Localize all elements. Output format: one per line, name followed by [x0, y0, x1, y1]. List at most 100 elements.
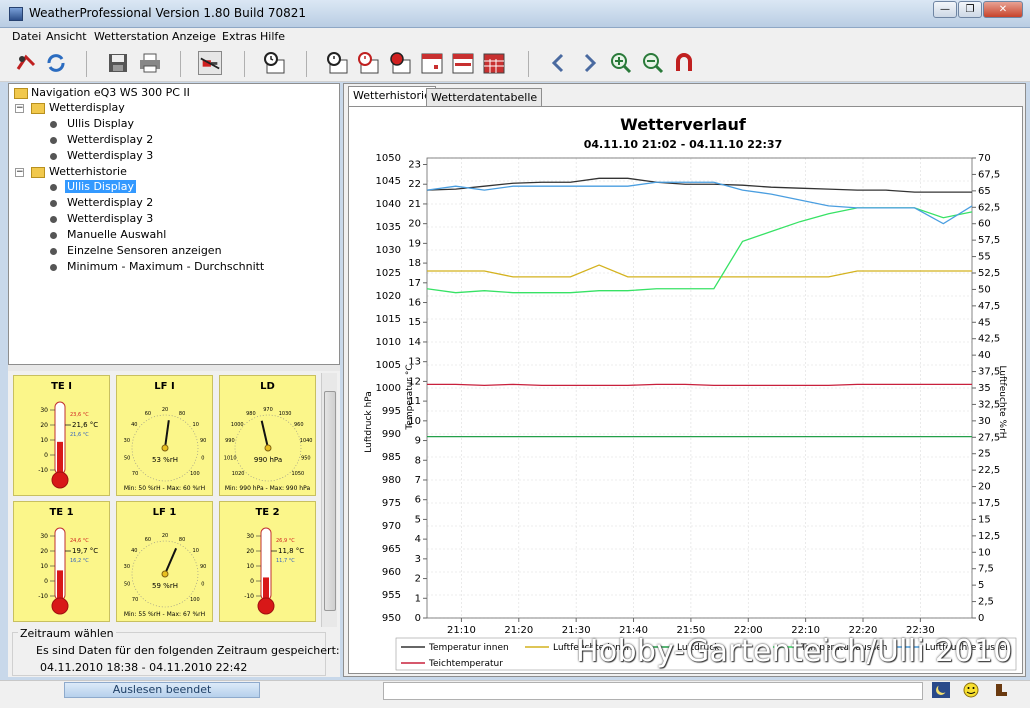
gauge-title: LF 1	[152, 507, 177, 518]
dial-tick-label: 40	[131, 422, 137, 428]
smiley-icon	[963, 682, 979, 698]
y2-tick-label: 3	[415, 554, 421, 565]
title-bar: WeatherProfessional Version 1.80 Build 7…	[0, 0, 1030, 28]
tree-group-wetterdisplay[interactable]: Wetterdisplay	[49, 101, 125, 114]
dial-tick-label: 30	[124, 438, 130, 444]
gauge-panel: TE I 30 20 10 0 -10 23,6 °C 21,6 °C 21,6 °C LF …	[8, 371, 340, 627]
dial-needle	[164, 420, 170, 449]
y1-tick-label: 1010	[376, 337, 401, 348]
y3-tick-label: 2,5	[978, 597, 994, 608]
x-tick-label: 21:10	[447, 625, 476, 636]
menu-extras[interactable]: Extras	[222, 30, 257, 43]
collapse-icon[interactable]: −	[15, 104, 24, 113]
y3-tick-label: 42,5	[978, 334, 1000, 345]
calendar-month-icon[interactable]	[482, 51, 506, 75]
calendar-week-icon[interactable]	[451, 51, 475, 75]
gauge-max-label: 24,6 °C	[70, 538, 89, 544]
plug-icon[interactable]	[198, 51, 222, 75]
status-button[interactable]: Auslesen beendet	[64, 682, 260, 698]
tree-root[interactable]: Navigation eQ3 WS 300 PC II	[31, 86, 190, 99]
y2-tick-label: 2	[415, 574, 421, 585]
minimize-button[interactable]: —	[933, 1, 957, 18]
dial-hub	[161, 444, 169, 452]
y1-tick-label: 1035	[376, 222, 401, 233]
gauge-graphic: 30 40 50 60 70 20 80 10 90 0 100 53 %rH	[124, 407, 206, 482]
y3-tick-label: 7,5	[978, 564, 994, 575]
dial-tick-label: 50	[124, 581, 130, 587]
y1-tick-label: 950	[382, 613, 401, 624]
gauge-scrollbar[interactable]	[321, 373, 337, 627]
leaf-icon	[50, 184, 57, 191]
legend-label: Temperatur innen	[428, 643, 509, 653]
gauge-tick-label: 10	[246, 563, 254, 570]
tree-item[interactable]: Manuelle Auswahl	[67, 228, 166, 241]
gauge-tick-label: 20	[40, 422, 48, 429]
dial-tick-label: 1000	[231, 422, 244, 428]
menu-ansicht[interactable]: Ansicht	[46, 30, 87, 43]
gauge-tick-label: 0	[44, 452, 48, 459]
y2-tick-label: 0	[415, 613, 421, 624]
toolbar	[0, 46, 1030, 82]
gauge-lf-1: LF 1 30 40 50 60 70 20 80 10 90 0 100 59 %rH Min: 55…	[116, 501, 213, 622]
menu-anzeige[interactable]: Anzeige	[172, 30, 216, 43]
close-button[interactable]: ✕	[983, 1, 1023, 18]
dial-needle	[260, 420, 269, 449]
y3-tick-label: 0	[978, 613, 984, 624]
dial-hub	[161, 570, 169, 578]
maximize-button[interactable]: ❐	[958, 1, 982, 18]
y3-tick-label: 65	[978, 186, 991, 197]
weather-chart: Wetterverlauf 04.11.10 21:02 - 04.11.10 …	[364, 115, 1017, 671]
dial-tick-label: 100	[190, 471, 200, 477]
clock-calendar-icon[interactable]	[262, 51, 286, 75]
y1-tick-label: 1005	[376, 360, 401, 371]
tree-item[interactable]: Wetterdisplay 3	[67, 212, 153, 225]
tree-item[interactable]: Wetterdisplay 2	[67, 196, 153, 209]
back-icon[interactable]	[546, 51, 570, 75]
dial-tick-label: 80	[179, 411, 185, 417]
gauge-graphic: 990 1000 1010 980 1020 970 1030960 1040 950 1050 9…	[224, 407, 313, 482]
forward-icon[interactable]	[578, 51, 602, 75]
leaf-icon	[50, 153, 57, 160]
tree-item[interactable]: Einzelne Sensoren anzeigen	[67, 244, 222, 257]
collapse-icon[interactable]: −	[15, 168, 24, 177]
save-icon[interactable]	[106, 51, 130, 75]
tree-group-wetterhistorie[interactable]: Wetterhistorie	[49, 165, 127, 178]
scrollbar-thumb[interactable]	[324, 391, 336, 611]
folder-icon	[31, 103, 45, 114]
print-icon[interactable]	[138, 51, 162, 75]
thermometer-fill	[57, 570, 63, 602]
folder-icon	[31, 167, 45, 178]
y3-tick-label: 20	[978, 482, 991, 493]
tree-item-selected[interactable]: Ullis Display	[65, 180, 136, 193]
y3-tick-label: 15	[978, 514, 991, 525]
dial-tick-label: 80	[179, 537, 185, 543]
zoom-in-icon[interactable]	[609, 51, 633, 75]
thermometer-bulb	[51, 471, 69, 489]
undo-zoom-icon[interactable]	[672, 51, 696, 75]
tree-item[interactable]: Wetterdisplay 2	[67, 133, 153, 146]
dial-tick-label: 60	[145, 537, 151, 543]
dial-tick-label: 1030	[279, 411, 292, 417]
menu-datei[interactable]: Datei	[12, 30, 41, 43]
refresh-icon[interactable]	[44, 51, 68, 75]
y3-tick-label: 57,5	[978, 235, 1000, 246]
calendar-day-icon[interactable]	[420, 51, 444, 75]
y1-tick-label: 1030	[376, 245, 401, 256]
tree-item[interactable]: Wetterdisplay 3	[67, 149, 153, 162]
y1-tick-label: 1040	[376, 199, 401, 210]
gauge-value: 11,8 °C	[278, 547, 304, 555]
clock-month-icon[interactable]	[388, 51, 412, 75]
thermometer-fill	[57, 441, 63, 476]
tab-wetterhistorie[interactable]: Wetterhistorie	[348, 86, 436, 106]
connect-icon[interactable]	[14, 51, 38, 75]
y1-tick-label: 1020	[376, 291, 401, 302]
zoom-out-icon[interactable]	[641, 51, 665, 75]
menu-wetterstation[interactable]: Wetterstation	[94, 30, 169, 43]
tab-wetterdatentabelle[interactable]: Wetterdatentabelle	[426, 88, 543, 106]
menu-hilfe[interactable]: Hilfe	[260, 30, 285, 43]
legend-label: Teichtemperatur	[428, 659, 503, 669]
tree-item[interactable]: Ullis Display	[67, 117, 134, 130]
clock-week-icon[interactable]	[356, 51, 380, 75]
clock-day-icon[interactable]	[325, 51, 349, 75]
tree-item[interactable]: Minimum - Maximum - Durchschnitt	[67, 260, 264, 273]
